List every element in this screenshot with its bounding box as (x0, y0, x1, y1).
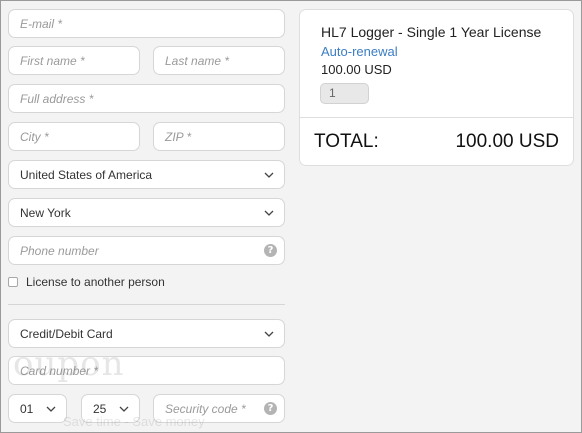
phone-field[interactable]: Phone number ? (8, 236, 285, 265)
zip-placeholder: ZIP * (165, 129, 192, 144)
license-other-checkbox[interactable] (8, 277, 18, 287)
watermark: oupon Save time - Save money (13, 344, 205, 429)
payment-method-value: Credit/Debit Card (20, 326, 113, 341)
last-name-field[interactable]: Last name * (153, 46, 285, 75)
phone-placeholder: Phone number (20, 243, 99, 258)
exp-month-value: 01 (20, 401, 34, 416)
address-field[interactable]: Full address * (8, 84, 285, 113)
license-other-label: License to another person (26, 275, 165, 289)
summary-divider (300, 117, 573, 118)
help-icon[interactable]: ? (264, 402, 277, 415)
chevron-down-icon (46, 406, 56, 412)
country-value: United States of America (20, 167, 153, 182)
last-name-placeholder: Last name * (165, 53, 230, 68)
first-name-field[interactable]: First name * (8, 46, 140, 75)
first-name-placeholder: First name * (20, 53, 85, 68)
country-select[interactable]: United States of America (8, 160, 285, 189)
license-other-row[interactable]: License to another person (8, 275, 165, 289)
product-price: 100.00 USD (321, 62, 392, 77)
zip-field[interactable]: ZIP * (153, 122, 285, 151)
address-placeholder: Full address * (20, 91, 94, 106)
quantity-input[interactable]: 1 (320, 83, 369, 104)
watermark-logo: oupon (13, 344, 125, 384)
divider (8, 304, 285, 305)
order-summary: HL7 Logger - Single 1 Year License Auto-… (299, 9, 574, 166)
state-value: New York (20, 205, 71, 220)
help-icon[interactable]: ? (264, 244, 277, 257)
state-select[interactable]: New York (8, 198, 285, 227)
product-name: HL7 Logger - Single 1 Year License (321, 24, 542, 40)
watermark-tagline: Save time - Save money (63, 414, 205, 429)
email-placeholder: E-mail * (20, 16, 63, 31)
city-field[interactable]: City * (8, 122, 140, 151)
chevron-down-icon (264, 331, 274, 337)
city-placeholder: City * (20, 129, 49, 144)
total-value: 100.00 USD (455, 131, 559, 152)
auto-renewal-link[interactable]: Auto-renewal (321, 44, 398, 59)
chevron-down-icon (264, 172, 274, 178)
total-label: TOTAL: (314, 131, 379, 152)
email-field[interactable]: E-mail * (8, 9, 285, 38)
chevron-down-icon (264, 210, 274, 216)
exp-month-select[interactable]: 01 (8, 394, 67, 423)
